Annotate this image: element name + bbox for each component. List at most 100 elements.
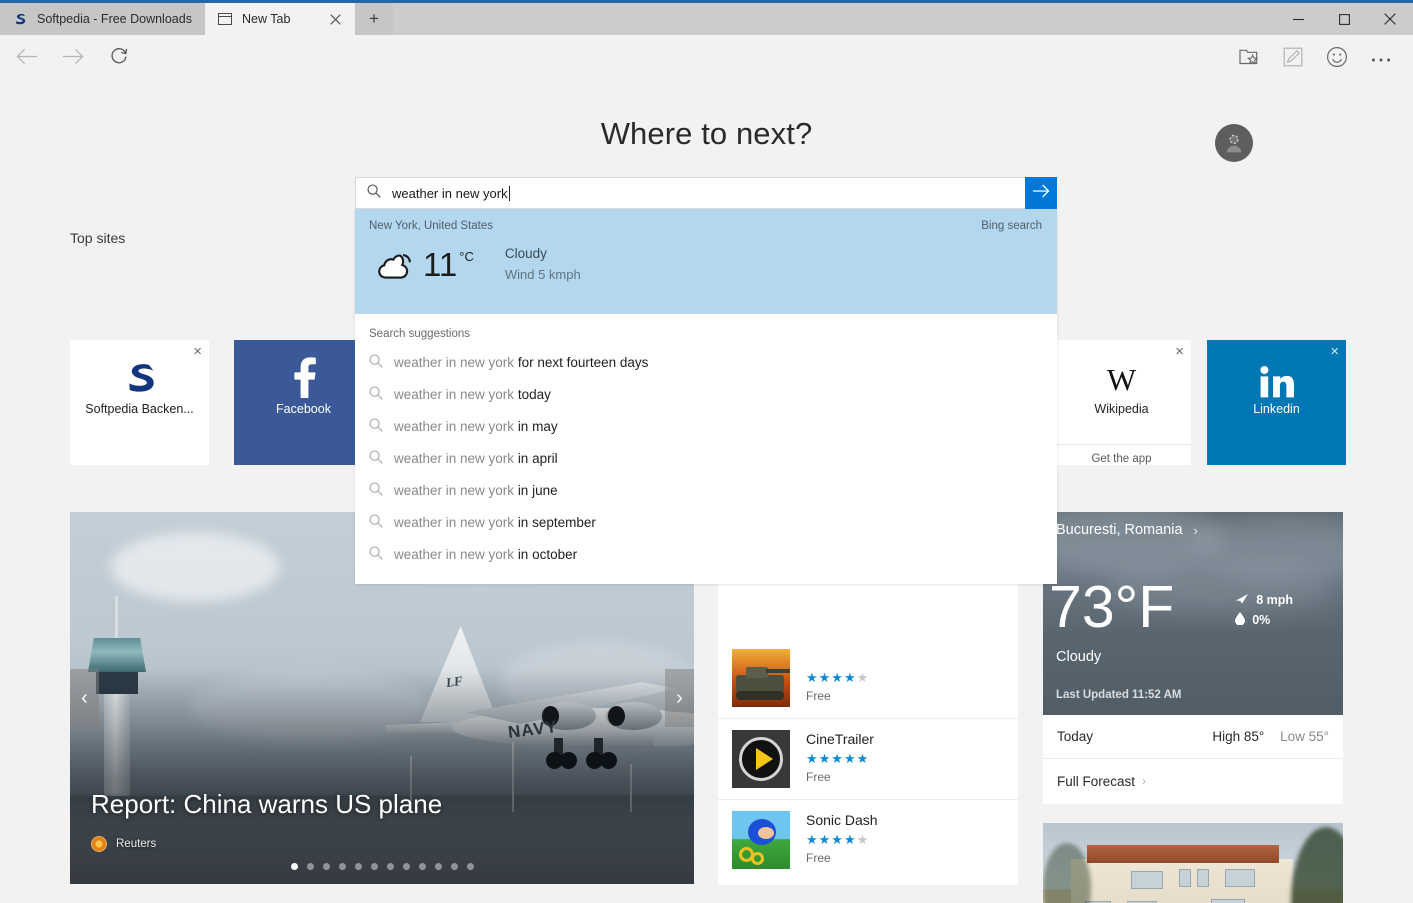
close-icon[interactable]: × bbox=[1330, 344, 1339, 359]
suggestions-list: weather in new york for next fourteen da… bbox=[355, 346, 1057, 570]
refresh-button[interactable] bbox=[96, 39, 142, 79]
suggestion-item[interactable]: weather in new york for next fourteen da… bbox=[355, 346, 1057, 378]
suggestion-suffix: in may bbox=[518, 419, 558, 434]
carousel-dots[interactable] bbox=[70, 863, 694, 870]
app-price: Free bbox=[806, 770, 874, 784]
weather-answer-wind: Wind 5 kmph bbox=[505, 265, 581, 285]
weather-location-link[interactable]: Bucuresti, Romania › bbox=[1056, 522, 1198, 538]
close-button[interactable] bbox=[1367, 3, 1413, 35]
carousel-dot[interactable] bbox=[403, 863, 410, 870]
text-caret bbox=[509, 186, 510, 201]
wikipedia-w-icon: W bbox=[1107, 340, 1136, 402]
weather-temperature: 73°F bbox=[1049, 578, 1174, 637]
carousel-next-button[interactable]: › bbox=[665, 669, 694, 727]
weather-answer-description: Cloudy Wind 5 kmph bbox=[505, 244, 581, 285]
carousel-dot[interactable] bbox=[307, 863, 314, 870]
suggestion-item[interactable]: weather in new york in october bbox=[355, 538, 1057, 570]
carousel-dot[interactable] bbox=[355, 863, 362, 870]
top-site-tile-facebook[interactable]: × Facebook bbox=[234, 340, 373, 465]
weather-location-name: Bucuresti, Romania bbox=[1056, 522, 1183, 538]
avatar[interactable] bbox=[1215, 124, 1253, 162]
news-headline[interactable]: Report: China warns US plane bbox=[91, 789, 442, 820]
suggestion-item[interactable]: weather in new york in april bbox=[355, 442, 1057, 474]
carousel-dot[interactable] bbox=[371, 863, 378, 870]
carousel-prev-button[interactable]: ‹ bbox=[70, 669, 99, 727]
top-sites-label: Top sites bbox=[70, 230, 125, 246]
search-go-button[interactable] bbox=[1025, 177, 1057, 209]
search-icon bbox=[369, 354, 383, 371]
weather-answer-temperature: 11 bbox=[423, 246, 457, 283]
app-list-item[interactable]: CineTrailer ★★★★★ Free bbox=[718, 719, 1018, 800]
carousel-dot[interactable] bbox=[323, 863, 330, 870]
app-price: Free bbox=[806, 851, 878, 865]
chevron-right-icon: › bbox=[1194, 523, 1198, 538]
tank-game-icon bbox=[732, 649, 790, 707]
page-title: Where to next? bbox=[0, 83, 1413, 152]
suggestion-prefix: weather in new york bbox=[394, 515, 518, 530]
app-list-item[interactable]: World of Tanks - Wage war... ★★★★★ Free bbox=[718, 638, 1018, 719]
close-icon[interactable] bbox=[325, 9, 345, 29]
title-bar-drag-area[interactable] bbox=[393, 3, 1275, 35]
back-button[interactable] bbox=[4, 39, 50, 79]
carousel-dot[interactable] bbox=[387, 863, 394, 870]
tab-new-tab[interactable]: New Tab bbox=[205, 3, 355, 35]
suggestion-item[interactable]: weather in new york in june bbox=[355, 474, 1057, 506]
minimize-button[interactable] bbox=[1275, 3, 1321, 35]
title-bar: Softpedia - Free Downloads En New Tab + bbox=[0, 3, 1413, 35]
close-icon[interactable]: × bbox=[193, 344, 202, 359]
search-input-value: weather in new york bbox=[392, 186, 510, 201]
suggestion-item[interactable]: weather in new york in may bbox=[355, 410, 1057, 442]
top-site-tile-softpedia[interactable]: × Softpedia Backen... bbox=[70, 340, 209, 465]
forward-button[interactable] bbox=[50, 39, 96, 79]
softpedia-logo-icon bbox=[12, 11, 28, 27]
app-name: Sonic Dash bbox=[806, 812, 878, 828]
hub-favorites-button[interactable] bbox=[1227, 39, 1271, 79]
weather-precip-stat: 0% bbox=[1235, 612, 1293, 628]
new-tab-button[interactable]: + bbox=[355, 3, 393, 35]
top-site-tile-linkedin[interactable]: × Linkedin bbox=[1207, 340, 1346, 465]
carousel-dot[interactable] bbox=[291, 863, 298, 870]
get-the-app-link[interactable]: Get the app bbox=[1052, 444, 1191, 465]
suggestions-header: Search suggestions bbox=[355, 314, 1057, 346]
tab-title: Softpedia - Free Downloads En bbox=[37, 12, 195, 26]
web-note-button[interactable] bbox=[1271, 39, 1315, 79]
weather-full-forecast-row[interactable]: Full Forecast › bbox=[1043, 759, 1343, 803]
suggestion-suffix: for next fourteen days bbox=[518, 355, 649, 370]
suggestion-item[interactable]: weather in new york today bbox=[355, 378, 1057, 410]
app-list-item[interactable]: Sonic Dash ★★★★★ Free bbox=[718, 800, 1018, 880]
water-drop-icon bbox=[1235, 612, 1245, 628]
carousel-dot[interactable] bbox=[467, 863, 474, 870]
carousel-dot[interactable] bbox=[339, 863, 346, 870]
wind-arrow-icon bbox=[1235, 593, 1249, 607]
top-site-tile-wikipedia[interactable]: × W Wikipedia Get the app bbox=[1052, 340, 1191, 465]
suggestion-suffix: in october bbox=[518, 547, 577, 562]
weather-last-updated: Last Updated 11:52 AM bbox=[1056, 689, 1181, 701]
dropdown-bottom-pad bbox=[355, 570, 1057, 584]
weather-answer-temp-group: 11°C bbox=[419, 248, 474, 281]
weather-hero: Bucuresti, Romania › 73°F Cloudy Last Up… bbox=[1043, 512, 1343, 715]
play-button-icon bbox=[732, 730, 790, 788]
app-meta: World of Tanks - Wage war... ★★★★★ Free bbox=[806, 649, 984, 703]
top-site-name: Softpedia Backen... bbox=[70, 402, 209, 416]
weather-widget[interactable]: Bucuresti, Romania › 73°F Cloudy Last Up… bbox=[1043, 512, 1343, 804]
weather-today-row[interactable]: Today High 85° Low 55° bbox=[1043, 715, 1343, 759]
search-input[interactable]: weather in new york bbox=[355, 177, 1025, 209]
suggestion-item[interactable]: weather in new york in september bbox=[355, 506, 1057, 538]
weather-answer-card[interactable]: New York, United States Bing search 11°C… bbox=[355, 209, 1057, 314]
top-site-name: Facebook bbox=[234, 402, 373, 416]
feedback-smile-button[interactable] bbox=[1315, 39, 1359, 79]
carousel-dot[interactable] bbox=[435, 863, 442, 870]
news-thumb-4[interactable] bbox=[1043, 823, 1343, 903]
suggestion-suffix: in september bbox=[518, 515, 596, 530]
cloudy-icon bbox=[369, 249, 419, 281]
close-icon[interactable]: × bbox=[1175, 344, 1184, 359]
tab-softpedia[interactable]: Softpedia - Free Downloads En bbox=[0, 3, 205, 35]
maximize-button[interactable] bbox=[1321, 3, 1367, 35]
suggestion-prefix: weather in new york bbox=[394, 483, 518, 498]
more-options-button[interactable] bbox=[1359, 39, 1403, 79]
search-bar: weather in new york bbox=[355, 177, 1057, 209]
carousel-dot[interactable] bbox=[451, 863, 458, 870]
weather-answer-row: 11°C Cloudy Wind 5 kmph bbox=[369, 244, 1043, 285]
app-rating-stars: ★★★★★ bbox=[806, 832, 878, 848]
carousel-dot[interactable] bbox=[419, 863, 426, 870]
